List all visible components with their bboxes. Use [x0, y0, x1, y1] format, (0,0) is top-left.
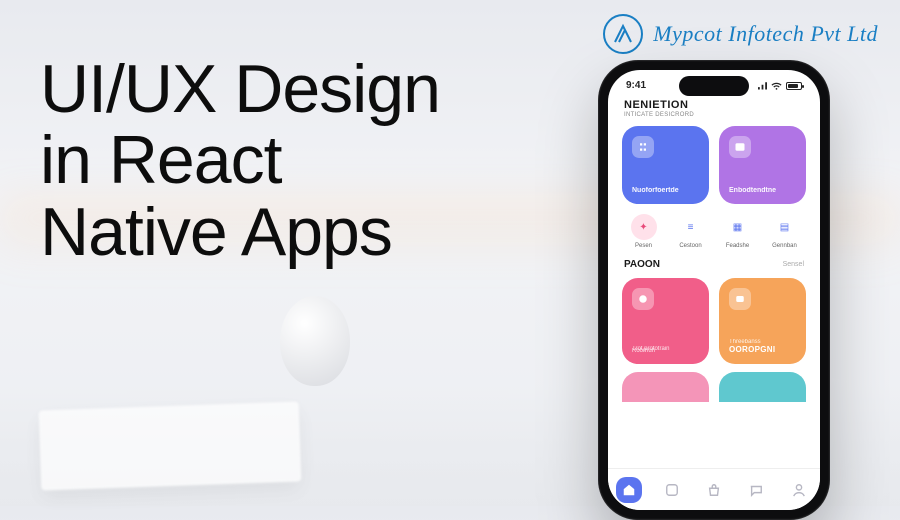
tab-bag[interactable]: [701, 477, 727, 503]
tile-big: OOROPGNI: [729, 345, 796, 354]
tile-icon: [632, 136, 654, 158]
headline-line-1: UI/UX Design: [40, 54, 440, 125]
quick-label: Cestoon: [679, 243, 701, 249]
tile-blue[interactable]: Nuoforfoertde: [622, 126, 709, 204]
quick-row: ✦ Pesen ≡ Cestoon ▦ Feadshe ▤ Gennban: [608, 208, 820, 253]
quick-icon: ▦: [725, 214, 751, 240]
tile-purple[interactable]: Enbodtendtne: [719, 126, 806, 204]
tile-teal-partial[interactable]: [719, 372, 806, 402]
quick-item[interactable]: ≡ Cestoon: [678, 214, 704, 249]
decor-papers: [39, 401, 302, 490]
tab-chat[interactable]: [743, 477, 769, 503]
section-1-header: NENIETION INTICATE DESICRORD: [608, 95, 820, 118]
brand-logo-icon: [603, 14, 643, 54]
tile-sub: Threebanss: [729, 339, 796, 345]
tile-pink-partial[interactable]: [622, 372, 709, 402]
quick-item[interactable]: ▤ Gennban: [772, 214, 798, 249]
tab-home[interactable]: [616, 477, 642, 503]
tile-sub2: Roorhuh: [632, 348, 699, 354]
tile-row-1: Nuoforfoertde Enbodtendtne: [608, 118, 820, 208]
quick-item[interactable]: ✦ Pesen: [631, 214, 657, 249]
quick-icon: ≡: [678, 214, 704, 240]
section-2-header: PAOON Sensel: [608, 253, 820, 270]
quick-label: Pesen: [635, 243, 652, 249]
phone-notch: [679, 76, 749, 96]
brand-block: Mypcot Infotech Pvt Ltd: [603, 14, 878, 54]
tile-pink[interactable]: Trot profotrain Roorhuh: [622, 278, 709, 364]
tab-profile[interactable]: [786, 477, 812, 503]
brand-name: Mypcot Infotech Pvt Ltd: [653, 21, 878, 47]
quick-icon: ✦: [631, 214, 657, 240]
tile-label: Nuoforfoertde: [632, 187, 699, 194]
status-time: 9:41: [626, 80, 646, 91]
tile-icon: [729, 288, 751, 310]
battery-icon: [786, 82, 802, 90]
headline: UI/UX Design in React Native Apps: [40, 54, 440, 268]
tile-label: Enbodtendtne: [729, 187, 796, 194]
tile-icon: [632, 288, 654, 310]
phone-screen: 9:41 NENIETION INTICATE DESICRORD Nuofor…: [608, 70, 820, 510]
section-2-more[interactable]: Sensel: [783, 261, 804, 268]
tile-icon: [729, 136, 751, 158]
tile-row-2: Trot profotrain Roorhuh Threebanss OOROP…: [608, 270, 820, 368]
decor-egg: [280, 296, 350, 386]
headline-line-2: in React: [40, 125, 440, 196]
phone-frame: 9:41 NENIETION INTICATE DESICRORD Nuofor…: [598, 60, 830, 520]
wifi-icon: [771, 82, 782, 90]
signal-icon: [755, 82, 767, 90]
tile-orange[interactable]: Threebanss OOROPGNI: [719, 278, 806, 364]
quick-label: Feadshe: [726, 243, 749, 249]
section-1-title: NENIETION: [624, 99, 804, 111]
section-2-title: PAOON: [624, 259, 660, 270]
tile-row-3-partial: [608, 368, 820, 402]
tab-grid[interactable]: [659, 477, 685, 503]
status-icons: [755, 82, 802, 90]
tab-bar: [608, 468, 820, 510]
headline-line-3: Native Apps: [40, 197, 440, 268]
quick-label: Gennban: [772, 243, 797, 249]
quick-icon: ▤: [772, 214, 798, 240]
quick-item[interactable]: ▦ Feadshe: [725, 214, 751, 249]
